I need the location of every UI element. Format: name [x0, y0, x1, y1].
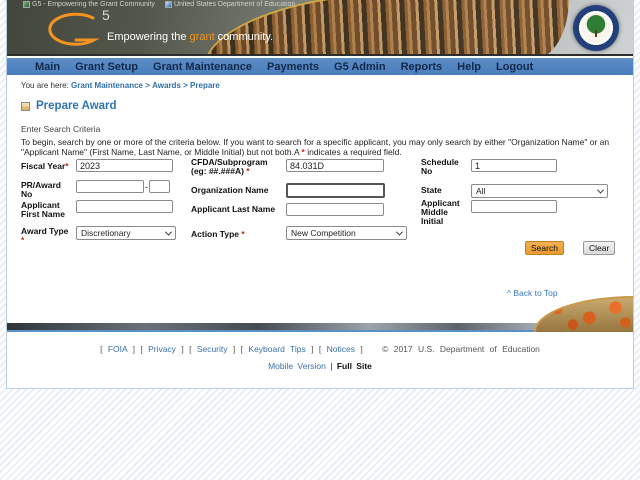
- pr-award-no-suffix-input[interactable]: [149, 180, 170, 193]
- breadcrumb-prefix: You are here:: [21, 81, 69, 90]
- bookshelf-photo: [199, 0, 575, 54]
- main-nav: Main Grant Setup Grant Maintenance Payme…: [7, 58, 633, 75]
- breadcrumb-awards[interactable]: Awards: [152, 81, 181, 90]
- award-type-select[interactable]: Discretionary: [76, 226, 176, 240]
- nav-item-payments[interactable]: Payments: [267, 61, 319, 73]
- tagline-grant-word: grant: [189, 31, 215, 43]
- action-type-select[interactable]: New Competition: [286, 226, 407, 240]
- classroom-desks-photo: [534, 296, 633, 332]
- cfda-label: CFDA/Subprogram (eg: ##.###A) *: [191, 157, 268, 176]
- action-type-label: Action Type *: [191, 229, 245, 239]
- breadcrumb-prepare[interactable]: Prepare: [190, 81, 220, 90]
- schedule-no-input[interactable]: [471, 159, 557, 172]
- mobile-version-link[interactable]: Mobile Version: [268, 361, 326, 371]
- nav-item-grant-maintenance[interactable]: Grant Maintenance: [153, 61, 252, 73]
- header-banner: G5 - Empowering the Grant Community Unit…: [7, 0, 633, 56]
- applicant-first-name-label: Applicant First Name: [21, 200, 65, 219]
- header-tagline: Empowering the grant community.: [107, 31, 274, 43]
- fiscal-year-input[interactable]: [76, 159, 173, 172]
- top-links: G5 - Empowering the Grant Community Unit…: [23, 1, 295, 8]
- back-to-top-link[interactable]: ^ Back to Top: [507, 288, 558, 298]
- footer-link-privacy[interactable]: Privacy: [148, 344, 176, 354]
- breadcrumb: You are here: Grant Maintenance > Awards…: [21, 81, 220, 90]
- chevron-down-icon: [164, 228, 173, 236]
- organization-name-input[interactable]: [286, 183, 385, 198]
- g5-favicon-icon: [23, 1, 30, 8]
- nav-item-grant-setup[interactable]: Grant Setup: [75, 61, 138, 73]
- footer-links-row: [ FOIA ] [ Privacy ] [ Security ] [ Keyb…: [100, 344, 540, 354]
- page-title: Prepare Award: [21, 100, 117, 112]
- footer-link-foia[interactable]: FOIA: [108, 344, 127, 354]
- search-button[interactable]: Search: [525, 241, 564, 255]
- applicant-middle-initial-label: Applicant Middle Initial: [421, 198, 460, 226]
- footer-link-notices[interactable]: Notices: [327, 344, 355, 354]
- desktop: { "top_links": [ { "label": "G5 - Empowe…: [0, 0, 640, 480]
- cfda-input[interactable]: [286, 159, 384, 172]
- top-link-g5-label: G5 - Empowering the Grant Community: [32, 1, 155, 8]
- instructions-text: To begin, search by one or more of the c…: [21, 137, 610, 157]
- state-select[interactable]: All: [471, 184, 608, 198]
- top-link-doe-label: United States Department of Education: [173, 1, 296, 8]
- nav-item-logout[interactable]: Logout: [496, 61, 533, 73]
- g5-logo-icon: [43, 12, 101, 54]
- clear-button[interactable]: Clear: [583, 241, 616, 255]
- footer-version-row: Mobile Version | Full Site: [7, 361, 633, 371]
- nav-item-g5-admin[interactable]: G5 Admin: [334, 61, 386, 73]
- applicant-last-name-label: Applicant Last Name: [191, 204, 276, 214]
- g5-logo-number: 5: [102, 7, 110, 23]
- pr-award-no-input[interactable]: [76, 180, 144, 193]
- top-link-doe[interactable]: United States Department of Education: [164, 1, 296, 8]
- doe-favicon-icon: [164, 1, 172, 8]
- department-of-education-seal-icon: [573, 5, 619, 51]
- applicant-last-name-input[interactable]: [286, 203, 384, 216]
- chevron-down-icon: [395, 228, 404, 236]
- copyright-text: © 2017 U.S. Department of Education: [382, 344, 540, 354]
- full-site-link[interactable]: Full Site: [337, 361, 372, 371]
- award-type-label: Award Type *: [21, 226, 69, 245]
- footer-link-security[interactable]: Security: [197, 344, 228, 354]
- footer-divider: |: [330, 361, 333, 371]
- section-heading: Enter Search Criteria: [21, 124, 101, 134]
- state-label: State: [421, 185, 442, 195]
- footer-link-keyboard-tips[interactable]: Keyboard Tips: [248, 344, 305, 354]
- fiscal-year-label: Fiscal Year*: [21, 161, 69, 171]
- applicant-first-name-input[interactable]: [76, 200, 173, 213]
- pr-award-no-separator: -: [145, 182, 148, 192]
- applicant-middle-initial-input[interactable]: [471, 200, 557, 213]
- organization-name-label: Organization Name: [191, 185, 269, 195]
- schedule-no-label: Schedule No: [421, 157, 459, 176]
- nav-item-help[interactable]: Help: [457, 61, 481, 73]
- breadcrumb-grant-maintenance[interactable]: Grant Maintenance: [71, 81, 143, 90]
- g5-application-window: G5 - Empowering the Grant Community Unit…: [6, 0, 634, 389]
- top-link-g5[interactable]: G5 - Empowering the Grant Community: [23, 1, 155, 8]
- chevron-down-icon: [596, 186, 605, 194]
- form-icon: [21, 101, 30, 111]
- nav-item-reports[interactable]: Reports: [401, 61, 443, 73]
- nav-item-main[interactable]: Main: [35, 61, 60, 73]
- pr-award-no-label: PR/Award No: [21, 180, 61, 199]
